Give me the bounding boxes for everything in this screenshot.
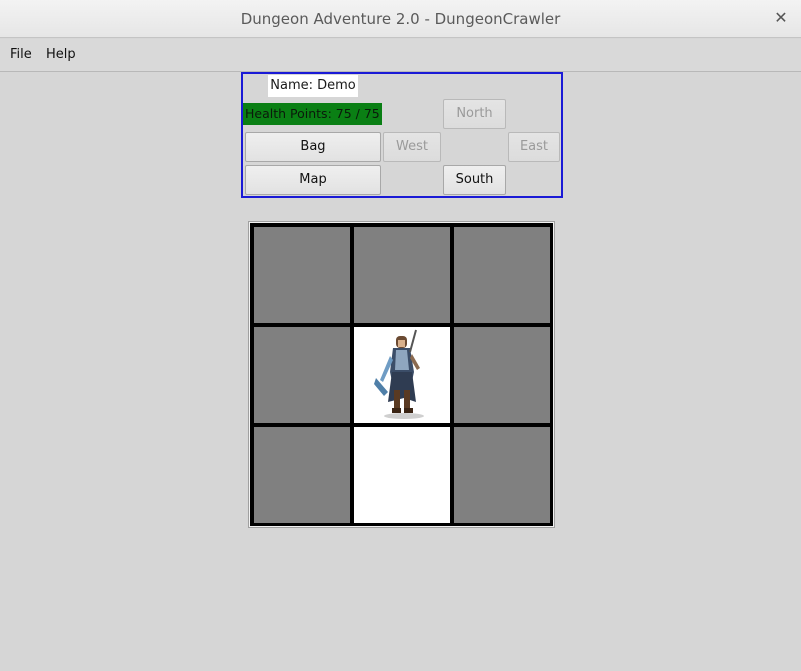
map-cell-unexplored [254,327,350,423]
menu-file[interactable]: File [10,47,32,62]
map-cell-unexplored [454,327,550,423]
player-name-label: Name: Demo [268,75,358,97]
map-cell-unexplored [354,227,450,323]
hero-icon [374,329,424,419]
map-cell-player [354,327,450,423]
map-button[interactable]: Map [245,165,381,195]
menu-help[interactable]: Help [46,47,76,62]
health-points-bar: Health Points: 75 / 75 [243,103,382,125]
close-icon[interactable]: ✕ [771,8,791,28]
menu-bar: File Help [0,39,801,72]
map-cell-unexplored [254,427,350,523]
map-cell-explored [354,427,450,523]
map-cell-unexplored [254,227,350,323]
north-button[interactable]: North [443,99,506,129]
east-button[interactable]: East [508,132,560,162]
title-bar: Dungeon Adventure 2.0 - DungeonCrawler ✕ [0,0,801,38]
map-cell-unexplored [454,427,550,523]
map-cell-unexplored [454,227,550,323]
south-button[interactable]: South [443,165,506,195]
window-title: Dungeon Adventure 2.0 - DungeonCrawler [240,10,561,28]
dungeon-map-grid [248,221,555,528]
bag-button[interactable]: Bag [245,132,381,162]
west-button[interactable]: West [383,132,441,162]
